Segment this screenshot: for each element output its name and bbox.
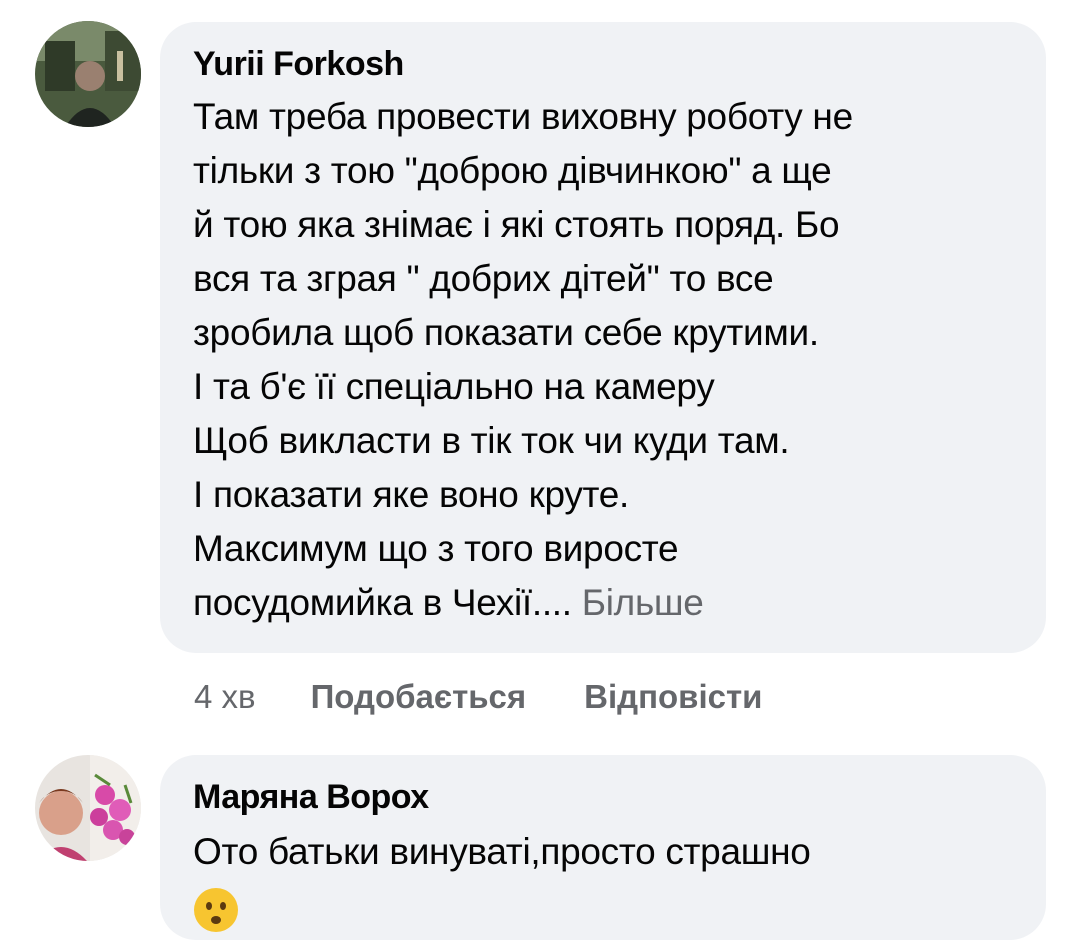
comment-author[interactable]: Yurii Forkosh: [193, 44, 1014, 84]
comment-body: Там треба провести виховну роботу не тіл…: [193, 96, 853, 623]
comment-author[interactable]: Маряна Ворох: [193, 777, 1014, 817]
avatar-photo-icon: [35, 755, 141, 861]
comment-timestamp[interactable]: 4 хв: [194, 678, 256, 716]
avatar-photo-icon: [35, 21, 141, 127]
reply-button[interactable]: Відповісти: [584, 678, 762, 716]
comment-text: Там треба провести виховну роботу не тіл…: [193, 90, 1014, 630]
frowning-face-emoji-icon: [194, 888, 238, 932]
see-more-link[interactable]: Більше: [582, 582, 704, 623]
avatar[interactable]: [35, 21, 141, 127]
comment-bubble: Маряна Ворох Ото батьки винуваті,просто …: [160, 755, 1046, 940]
avatar[interactable]: [35, 755, 141, 861]
comment-body: Ото батьки винуваті,просто страшно: [193, 831, 811, 872]
comment-bubble: Yurii Forkosh Там треба провести виховну…: [160, 22, 1046, 653]
comment-actions: 4 хв Подобається Відповісти: [194, 672, 820, 722]
like-button[interactable]: Подобається: [311, 678, 527, 716]
